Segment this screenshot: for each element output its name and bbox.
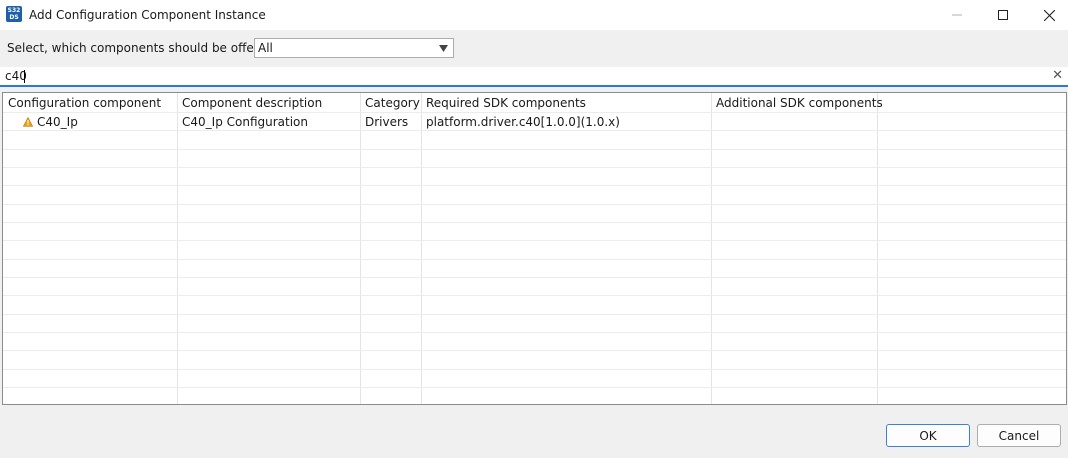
column-divider[interactable] xyxy=(177,93,178,404)
cancel-button[interactable]: Cancel xyxy=(977,424,1061,447)
text-caret xyxy=(24,70,25,83)
row-separator xyxy=(3,277,1066,278)
row-separator xyxy=(3,314,1066,315)
column-header-component-description[interactable]: Component description xyxy=(182,96,322,110)
filter-selected-value: All xyxy=(258,41,273,55)
minimize-icon xyxy=(952,14,962,16)
cell-description: C40_Ip Configuration xyxy=(182,115,308,129)
column-divider[interactable] xyxy=(711,93,712,404)
column-header-configuration-component[interactable]: Configuration component xyxy=(8,96,161,110)
maximize-button[interactable] xyxy=(980,0,1026,30)
minimize-button[interactable] xyxy=(934,0,980,30)
column-header-required-sdk[interactable]: Required SDK components xyxy=(426,96,586,110)
row-separator xyxy=(3,130,1066,131)
row-separator xyxy=(3,185,1066,186)
app-icon: S32 DS xyxy=(6,6,22,22)
title-bar: S32 DS Add Configuration Component Instan… xyxy=(0,0,1068,30)
component-filter-select[interactable]: All xyxy=(254,38,454,58)
search-input[interactable]: c40 ✕ xyxy=(0,67,1068,87)
row-separator xyxy=(3,259,1066,260)
maximize-icon xyxy=(998,10,1008,20)
row-separator xyxy=(3,204,1066,205)
row-separator xyxy=(3,295,1066,296)
filter-label: Select, which components should be offer… xyxy=(7,41,274,55)
components-table: Configuration component Component descri… xyxy=(2,92,1067,405)
window-title: Add Configuration Component Instance xyxy=(29,8,266,22)
column-divider[interactable] xyxy=(360,93,361,404)
column-divider[interactable] xyxy=(877,93,878,404)
clear-search-icon[interactable]: ✕ xyxy=(1052,68,1063,83)
row-separator xyxy=(3,240,1066,241)
cell-category: Drivers xyxy=(365,115,409,129)
row-separator xyxy=(3,167,1066,168)
row-separator xyxy=(3,350,1066,351)
row-separator xyxy=(3,112,1066,113)
row-separator xyxy=(3,222,1066,223)
row-separator xyxy=(3,369,1066,370)
row-separator xyxy=(3,332,1066,333)
dropdown-arrow-icon xyxy=(439,45,448,52)
cell-component: C40_Ip xyxy=(37,115,78,129)
column-header-additional-sdk[interactable]: Additional SDK components xyxy=(716,96,883,110)
ok-button[interactable]: OK xyxy=(886,424,970,447)
row-separator xyxy=(3,149,1066,150)
close-button[interactable] xyxy=(1026,0,1068,30)
row-separator xyxy=(3,387,1066,388)
close-icon xyxy=(1043,9,1055,21)
warning-icon xyxy=(23,117,33,127)
dialog-window: S32 DS Add Configuration Component Instan… xyxy=(0,0,1068,458)
column-header-category[interactable]: Category xyxy=(365,96,420,110)
column-divider[interactable] xyxy=(421,93,422,404)
cell-required-sdk: platform.driver.c40[1.0.0](1.0.x) xyxy=(426,115,620,129)
